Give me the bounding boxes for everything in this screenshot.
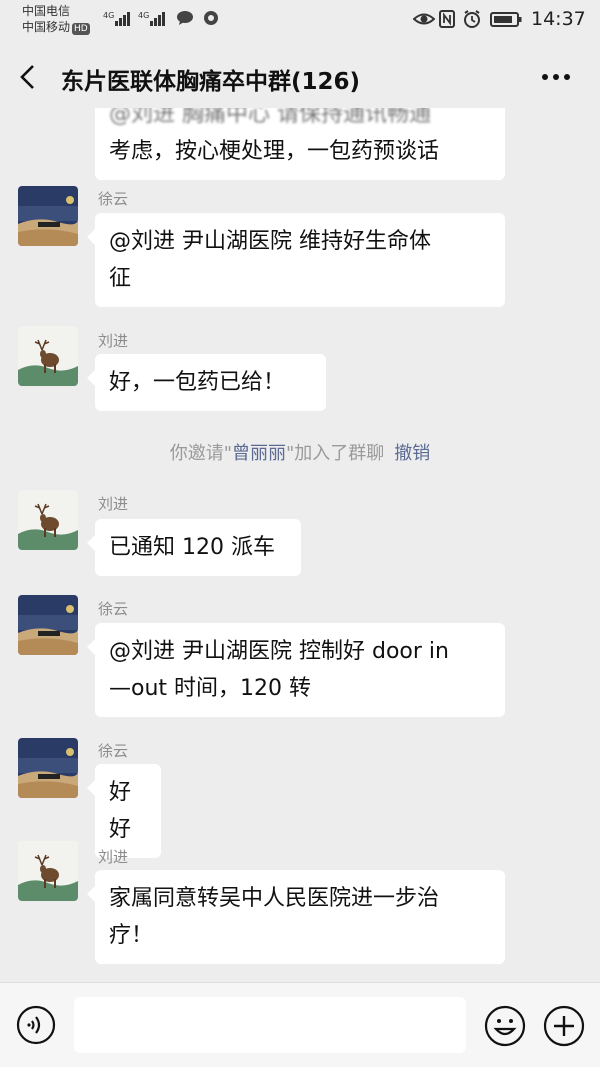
signal-icon-1: 4G <box>103 10 133 31</box>
message-line: 好好 <box>109 780 132 842</box>
network-label-2: 4G <box>138 11 149 20</box>
plus-icon[interactable] <box>543 1005 585 1047</box>
avatar-liujin[interactable] <box>18 490 78 550</box>
message-line: 好，一包药已给！ <box>109 370 286 395</box>
message-bubble[interactable]: 家属同意转吴中人民医院进一步治 疗！ <box>87 870 505 964</box>
status-bar: 中国电信 中国移动 HD 4G 4G 14:37 <box>0 0 600 44</box>
more-options-icon[interactable] <box>540 72 572 82</box>
message-bubble[interactable]: 好好 <box>87 764 161 858</box>
carrier-1: 中国电信 <box>22 4 71 18</box>
sender-name: 徐云 <box>98 742 129 760</box>
message-line: 家属同意转吴中人民医院进一步治 <box>109 886 440 911</box>
carrier-2: 中国移动 <box>22 20 71 34</box>
emoji-icon[interactable] <box>484 1005 526 1047</box>
message-line-obscured: @刘进 胸痛中心 请保持通讯畅通 <box>109 108 431 127</box>
invited-user-link[interactable]: 曾丽丽 <box>232 443 286 464</box>
message-line: 疗！ <box>109 923 154 948</box>
system-message-prefix: 你邀请" <box>169 443 232 464</box>
chat-header: 东片医联体胸痛卒中群(126) <box>0 44 600 108</box>
carrier-info: 中国电信 中国移动 HD <box>22 3 90 35</box>
message-list[interactable]: @刘进 胸痛中心 请保持通讯畅通 考虑，按心梗处理，一包药预谈话 徐云 @刘进 … <box>0 108 600 982</box>
battery-icon <box>490 12 522 27</box>
nfc-icon <box>439 10 455 28</box>
avatar-xuyun[interactable] <box>18 595 78 655</box>
avatar-liujin[interactable] <box>18 326 78 386</box>
message-line: 考虑，按心梗处理，一包药预谈话 <box>109 139 440 164</box>
alarm-icon <box>464 10 480 28</box>
message-line: 征 <box>109 266 132 291</box>
avatar-xuyun[interactable] <box>18 186 78 246</box>
hd-badge: HD <box>72 23 90 35</box>
sender-name: 刘进 <box>98 848 129 866</box>
signal-icon-2: 4G <box>138 10 168 31</box>
message-line: 已通知 120 派车 <box>109 535 275 560</box>
avatar-liujin[interactable] <box>18 841 78 901</box>
sender-name: 徐云 <box>98 190 129 208</box>
message-bubble[interactable]: 好，一包药已给！ <box>87 354 326 411</box>
eye-icon <box>413 13 435 25</box>
message-bubble[interactable]: @刘进 尹山湖医院 控制好 door in —out 时间，120 转 <box>87 623 505 717</box>
avatar-xuyun[interactable] <box>18 738 78 798</box>
app-notification-icon <box>204 11 218 25</box>
undo-link[interactable]: 撤销 <box>394 443 430 464</box>
message-line: @刘进 尹山湖医院 维持好生命体 <box>109 229 431 254</box>
message-bubble[interactable]: @刘进 尹山湖医院 维持好生命体 征 <box>87 213 505 307</box>
network-label-1: 4G <box>103 11 114 20</box>
sender-name: 刘进 <box>98 332 129 350</box>
message-bubble[interactable]: @刘进 胸痛中心 请保持通讯畅通 考虑，按心梗处理，一包药预谈话 <box>95 108 505 180</box>
status-time: 14:37 <box>531 8 586 30</box>
input-bar <box>0 982 600 1067</box>
chat-title: 东片医联体胸痛卒中群(126) <box>61 69 361 95</box>
back-arrow-icon[interactable] <box>18 64 38 90</box>
message-bubble[interactable]: 已通知 120 派车 <box>87 519 301 576</box>
message-input[interactable] <box>74 997 466 1053</box>
system-message-suffix: "加入了群聊 <box>286 443 385 464</box>
sender-name: 刘进 <box>98 495 129 513</box>
sender-name: 徐云 <box>98 600 129 618</box>
message-line: —out 时间，120 转 <box>109 676 312 701</box>
system-message: 你邀请"曾丽丽"加入了群聊 撤销 <box>0 439 600 465</box>
chat-notification-icon <box>177 11 193 25</box>
message-line: @刘进 尹山湖医院 控制好 door in <box>109 639 449 664</box>
voice-input-icon[interactable] <box>16 1005 56 1045</box>
